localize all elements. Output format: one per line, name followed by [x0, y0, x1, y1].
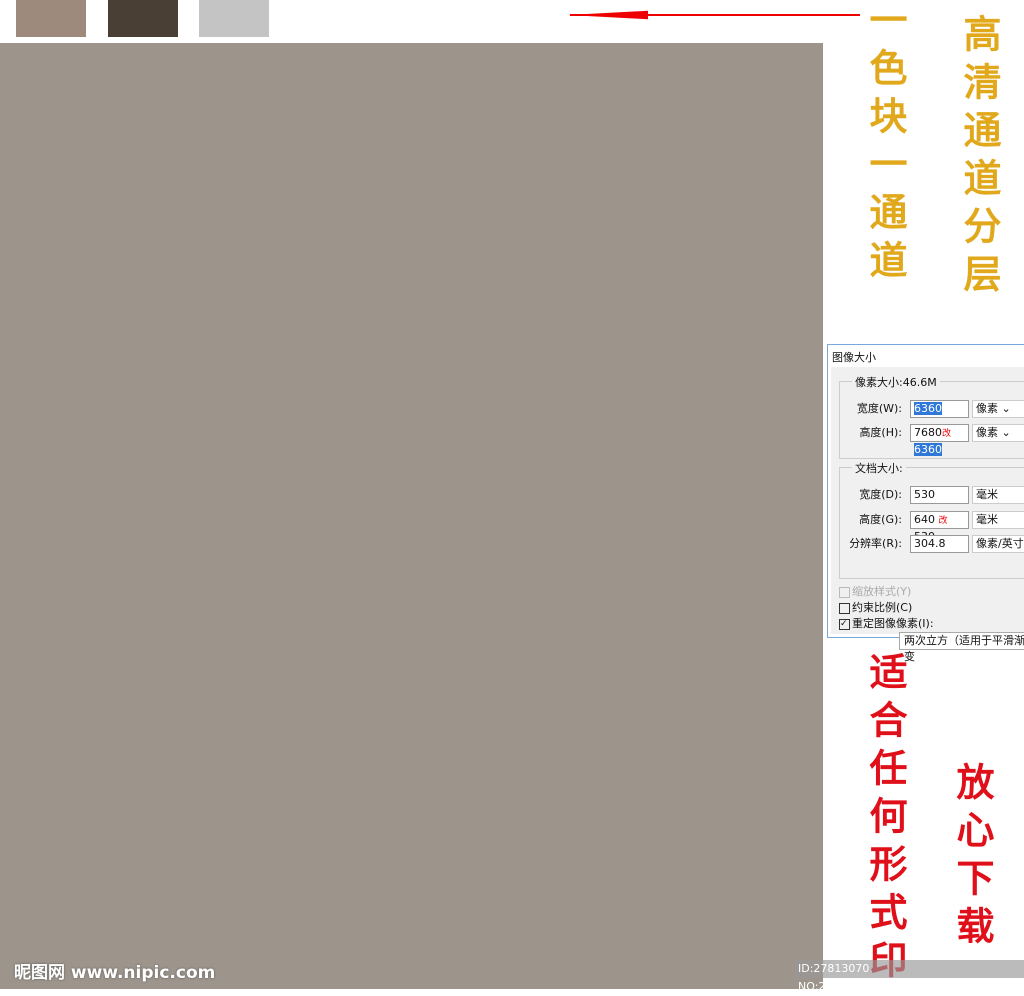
- width-value: 6360: [914, 402, 942, 415]
- caption-print: 适合任何形式印: [863, 652, 908, 988]
- linen-texture: [0, 43, 823, 989]
- dialog-title: 图像大小: [832, 351, 876, 364]
- site-watermark: 昵图网 www.nipic.com: [14, 963, 216, 983]
- resolution-label: 分辨率(R):: [849, 537, 902, 550]
- color-swatch-3: [199, 0, 269, 37]
- width-unit-select[interactable]: 像素 ⌄: [972, 400, 1024, 418]
- arrow-left-icon: [568, 10, 648, 20]
- pixel-dimensions-group: 像素大小:46.6M 宽度(W): 6360 像素 ⌄ 高度(H): 7680改…: [839, 374, 1024, 459]
- image-size-dialog: 图像大小 像素大小:46.6M 宽度(W): 6360 像素 ⌄ 高度(H): …: [827, 344, 1024, 663]
- doc-width-input[interactable]: 530: [910, 486, 969, 504]
- constrain-proportions-checkbox[interactable]: 约束比例(C): [839, 599, 912, 615]
- resolution-input[interactable]: 304.8: [910, 535, 969, 553]
- checkmark-icon: ✓: [839, 618, 850, 630]
- unit: 像素: [976, 426, 998, 439]
- height-value: 6360: [914, 443, 942, 456]
- resample-checkbox[interactable]: ✓ 重定图像像素(I):: [839, 615, 934, 631]
- doc-height-old: 640: [914, 513, 935, 526]
- height-label: 高度(H):: [859, 426, 902, 439]
- caption-channel: 一色块一通道: [863, 0, 908, 288]
- checkbox-icon: [839, 586, 850, 598]
- label: 缩放样式(Y): [852, 585, 912, 598]
- height-unit-select[interactable]: 像素 ⌄: [972, 424, 1024, 442]
- width-input[interactable]: 6360: [910, 400, 969, 418]
- scale-styles-checkbox[interactable]: 缩放样式(Y): [839, 583, 911, 599]
- height-input[interactable]: 7680改6360: [910, 424, 969, 456]
- caption-download: 放心下载: [950, 762, 995, 954]
- doc-height-input[interactable]: 640 改 530: [910, 511, 969, 543]
- height-old: 7680: [914, 426, 942, 439]
- color-swatch-2: [108, 0, 178, 37]
- label: 约束比例(C): [852, 601, 913, 614]
- doc-width-unit-select[interactable]: 毫米: [972, 486, 1024, 504]
- checkbox-icon: [839, 602, 850, 614]
- doc-height-unit-select[interactable]: 毫米: [972, 511, 1024, 529]
- change-mark: 改: [938, 516, 948, 526]
- doc-height-label: 高度(G):: [859, 513, 902, 526]
- group-label: 像素大小:46.6M: [852, 374, 940, 390]
- width-label: 宽度(W):: [856, 402, 902, 415]
- resample-method-select[interactable]: 两次立方（适用于平滑渐变: [899, 632, 1024, 663]
- unit: 像素: [976, 402, 998, 415]
- change-mark: 改: [942, 429, 952, 439]
- document-size-group: 文档大小: 宽度(D): 530 毫米 高度(G): 640 改 530 毫米 …: [839, 460, 1024, 579]
- group-label: 文档大小:: [852, 460, 906, 476]
- resolution-unit-select[interactable]: 像素/英寸: [972, 535, 1024, 553]
- doc-width-label: 宽度(D):: [859, 488, 902, 501]
- caption-hd-layers: 高清通道分层: [957, 14, 1002, 302]
- color-swatch-1: [16, 0, 86, 37]
- label: 重定图像像素(I):: [852, 617, 934, 630]
- image-id-label: ID:27813070 NO:20201009091102164086: [795, 960, 1024, 993]
